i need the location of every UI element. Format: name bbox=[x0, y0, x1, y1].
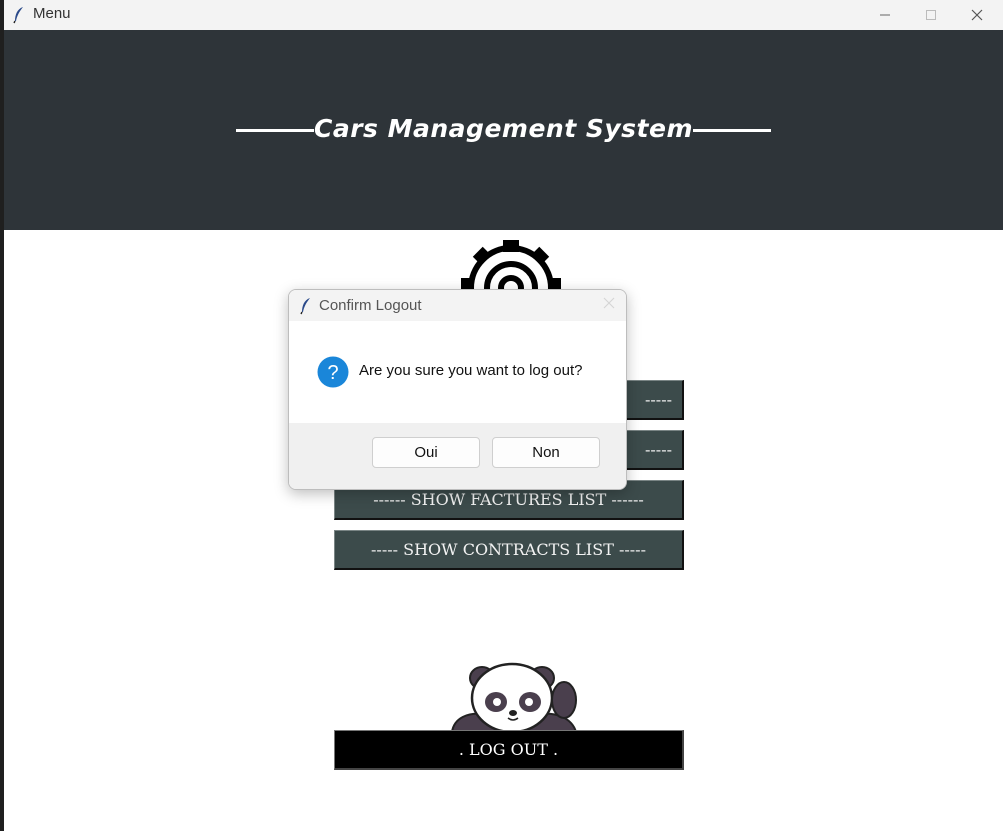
feather-icon bbox=[13, 7, 23, 24]
title-bar: Menu bbox=[4, 0, 1003, 30]
dialog-title-bar: Confirm Logout bbox=[289, 290, 626, 321]
confirm-logout-dialog: Confirm Logout ? Are you sure you want t… bbox=[288, 289, 627, 490]
title-rule-right bbox=[693, 129, 771, 132]
maximize-button[interactable] bbox=[908, 0, 954, 30]
panda-mascot-icon bbox=[450, 662, 578, 732]
minimize-button[interactable] bbox=[862, 0, 908, 30]
app-header: Cars Management System bbox=[4, 30, 1003, 230]
dialog-message: Are you sure you want to log out? bbox=[359, 362, 583, 379]
dialog-footer: Oui Non bbox=[289, 423, 626, 489]
close-icon bbox=[971, 9, 983, 21]
non-button[interactable]: Non bbox=[492, 437, 600, 468]
dialog-title: Confirm Logout bbox=[319, 297, 422, 314]
minimize-icon bbox=[880, 14, 890, 16]
feather-icon bbox=[300, 298, 310, 315]
show-contracts-button[interactable]: ----- SHOW CONTRACTS LIST ----- bbox=[334, 530, 684, 570]
svg-text:?: ? bbox=[327, 362, 338, 384]
oui-button[interactable]: Oui bbox=[372, 437, 480, 468]
question-icon: ? bbox=[317, 356, 349, 388]
app-title: Cars Management System bbox=[314, 114, 693, 143]
close-button[interactable] bbox=[954, 0, 1000, 30]
close-icon[interactable] bbox=[602, 296, 616, 310]
window-title: Menu bbox=[33, 5, 71, 22]
logout-button[interactable]: . LOG OUT . bbox=[334, 730, 684, 770]
maximize-icon bbox=[926, 10, 936, 20]
